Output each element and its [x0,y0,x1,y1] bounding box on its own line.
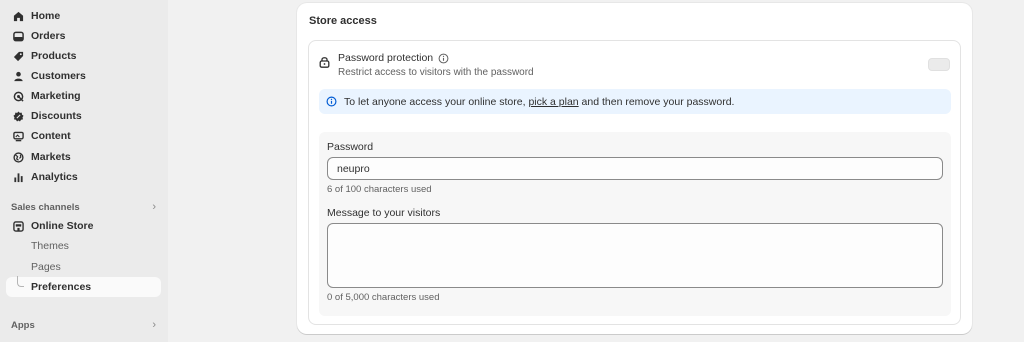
sidebar-item-label: Content [31,130,71,142]
password-protection-section: Password protection Restrict access to v… [308,40,961,325]
password-protection-title-row: Password protection [338,52,449,64]
card-title: Store access [309,15,377,27]
password-label: Password [327,141,374,153]
sidebar-item-markets[interactable]: Markets [6,147,162,167]
bar-chart-icon [12,171,24,183]
pick-a-plan-link[interactable]: pick a plan [528,96,578,108]
sidebar-subitem-preferences[interactable]: Preferences [6,277,161,297]
info-circle-icon [326,96,337,107]
target-icon [12,90,24,102]
info-banner: To let anyone access your online store, … [319,89,951,114]
apps-header[interactable]: Apps › [11,317,156,333]
banner-text-after: and then remove your password. [578,95,735,108]
sidebar-item-label: Orders [31,30,66,42]
chevron-right-icon: › [152,201,156,213]
tag-icon [12,50,24,62]
discount-icon [12,110,24,122]
password-char-count: 6 of 100 characters used [327,184,432,195]
sales-channels-header[interactable]: Sales channels › [11,199,156,215]
sidebar-item-analytics[interactable]: Analytics [6,167,162,187]
sidebar-item-label: Discounts [31,110,82,122]
info-icon[interactable] [438,53,449,64]
chevron-right-icon: › [152,319,156,331]
password-protection-title: Password protection [338,52,434,64]
message-char-count: 0 of 5,000 characters used [327,292,440,303]
password-input[interactable]: neupro [327,157,943,180]
sidebar-item-label: Customers [31,70,86,82]
sidebar-subitem-label: Pages [31,261,61,273]
sidebar-item-label: Markets [31,151,71,163]
sidebar-item-label: Analytics [31,171,78,183]
password-form: Password neupro 6 of 100 characters used… [319,132,951,316]
sidebar: Home Orders Products Customers Marketing… [0,0,168,342]
sidebar-subitem-themes[interactable]: Themes [6,236,161,256]
banner-text: To let anyone access your online store, … [344,96,734,108]
sidebar-subitem-label: Preferences [31,281,92,293]
sidebar-item-label: Online Store [31,220,94,232]
sidebar-item-marketing[interactable]: Marketing [6,86,162,106]
password-protection-description: Restrict access to visitors with the pas… [338,67,534,78]
sidebar-item-online-store[interactable]: Online Store [6,216,162,236]
person-icon [12,70,24,82]
sidebar-item-label: Marketing [31,90,81,102]
tree-connector [17,276,24,287]
apps-label: Apps [11,319,35,331]
sidebar-item-customers[interactable]: Customers [6,66,162,86]
sidebar-item-content[interactable]: Content [6,126,162,146]
store-access-card: Store access Password protection Restric… [297,3,972,334]
sidebar-subitem-pages[interactable]: Pages [6,257,161,277]
lock-icon [319,56,330,71]
sidebar-item-discounts[interactable]: Discounts [6,106,162,126]
sidebar-item-orders[interactable]: Orders [6,26,162,46]
sidebar-item-home[interactable]: Home [6,6,162,26]
message-textarea[interactable] [327,223,943,288]
sidebar-item-products[interactable]: Products [6,46,162,66]
sidebar-item-label: Home [31,10,61,22]
inbox-icon [12,30,24,42]
password-protection-toggle[interactable] [928,58,950,71]
sidebar-item-label: Products [31,50,77,62]
content-icon [12,130,24,142]
store-icon [12,220,24,232]
home-icon [12,10,24,22]
sales-channels-label: Sales channels [11,201,80,213]
sidebar-subitem-label: Themes [31,240,69,252]
banner-text-before: To let anyone access your online store, [344,95,529,108]
globe-icon [12,151,24,163]
message-label: Message to your visitors [327,207,441,219]
